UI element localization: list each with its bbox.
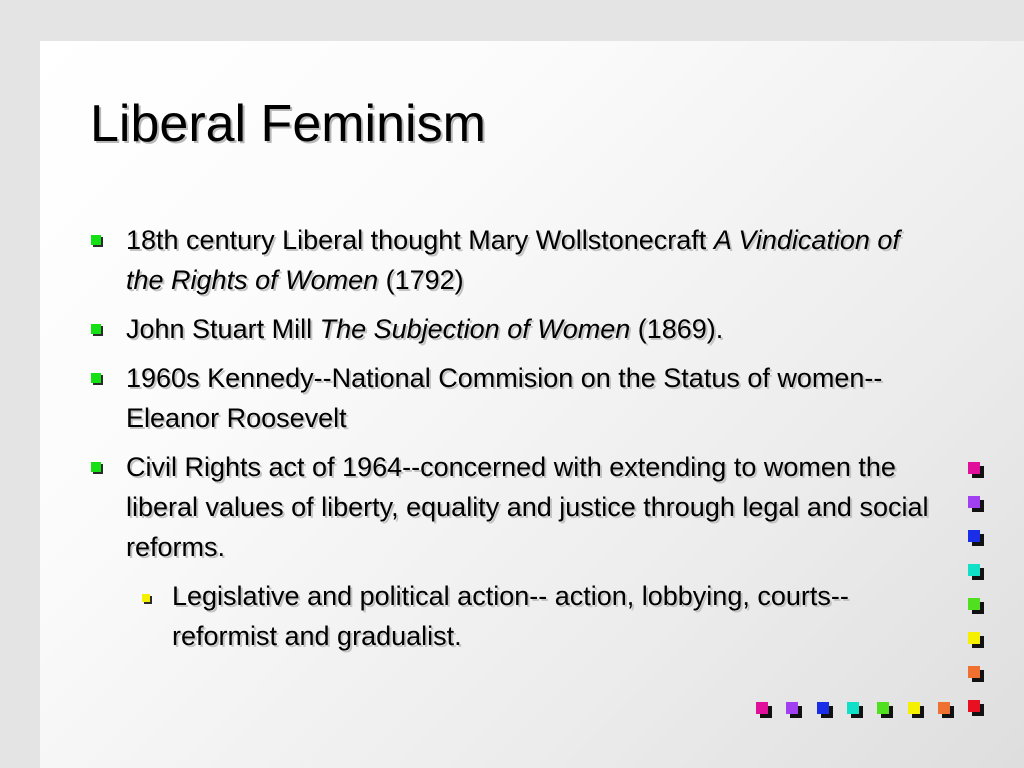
bullet-text-part: John Stuart Mill [126,314,320,344]
bullet-item-mill: John Stuart Mill The Subjection of Women… [88,309,938,349]
decorative-square-icon [847,702,859,714]
slide-title: Liberal Feminism [90,95,486,153]
decorative-square-icon [968,564,980,576]
decorative-square-icon [968,598,980,610]
bullet-text-part: 18th century Liberal thought Mary Wollst… [126,225,714,255]
decorative-square-icon [968,666,980,678]
bullet-text: Civil Rights act of 1964--concerned with… [126,452,929,562]
decorative-square-icon [968,632,980,644]
book-title: The Subjection of Women [319,314,631,344]
decorative-square-icon [968,462,980,474]
bullet-text: 18th century Liberal thought Mary Wollst… [126,225,900,295]
decorative-square-icon [786,702,798,714]
bullet-text-part: (1792) [378,265,464,295]
decorative-square-icon [968,530,980,542]
bullet-item-kennedy-commission: 1960s Kennedy--National Commision on the… [88,358,938,438]
bullet-item-civil-rights-act: Civil Rights act of 1964--concerned with… [88,447,938,567]
bullet-marker-icon [91,235,101,245]
bullet-marker-icon [91,324,101,334]
bullet-item-wollstonecraft: 18th century Liberal thought Mary Wollst… [88,220,938,300]
bullet-text: John Stuart Mill The Subjection of Women… [126,314,723,344]
bullet-text-part: (1869). [630,314,724,344]
decorative-square-icon [877,702,889,714]
decorative-square-icon [938,702,950,714]
decorative-square-icon [908,702,920,714]
decorative-square-icon [756,702,768,714]
bullet-list: 18th century Liberal thought Mary Wollst… [88,220,938,665]
sub-bullet-item-legislative-action: Legislative and political action-- actio… [134,576,938,656]
bullet-marker-icon [91,373,101,383]
decorative-square-icon [817,702,829,714]
decorative-square-icon [968,700,980,712]
bullet-text: 1960s Kennedy--National Commision on the… [126,363,883,433]
bullet-marker-icon [91,462,101,472]
sub-bullet-text: Legislative and political action-- actio… [172,581,849,651]
decorative-square-icon [968,496,980,508]
slide: Liberal Feminism 18th century Liberal th… [0,0,1024,768]
sub-bullet-marker-icon [142,594,150,602]
